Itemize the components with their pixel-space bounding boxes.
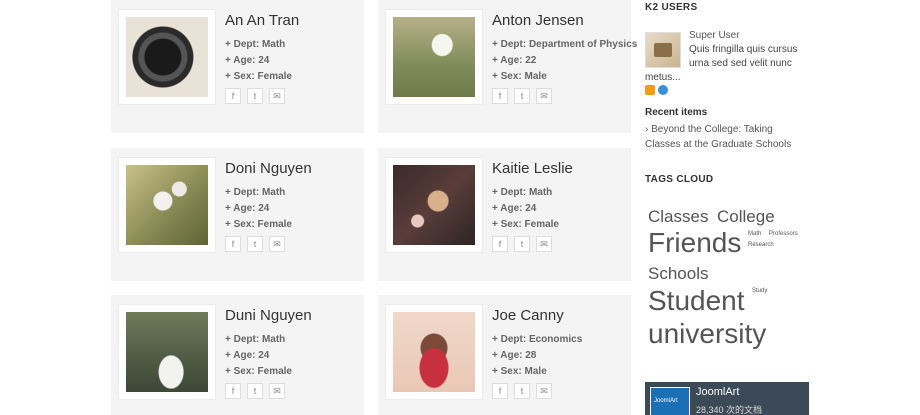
person-meta: + Dept: Economics + Age: 28 + Sex: Male (492, 334, 583, 377)
website-icon[interactable] (658, 85, 668, 95)
person-card: Joe Canny + Dept: Economics + Age: 28 + … (378, 295, 631, 415)
person-meta: + Dept: Math + Age: 24 + Sex: Female (225, 39, 292, 82)
person-photo[interactable] (119, 158, 215, 252)
twitter-icon[interactable]: t (514, 383, 530, 399)
social-links: f t ✉ (492, 88, 552, 104)
facebook-icon[interactable]: f (225, 236, 241, 252)
facebook-icon[interactable]: f (225, 383, 241, 399)
user-avatar[interactable] (645, 32, 681, 68)
person-photo[interactable] (119, 305, 215, 399)
joomlart-banner[interactable]: JoomlArt JoomlArt 28,340 次的文档 (645, 382, 809, 415)
blossom-branch-photo (126, 165, 208, 245)
email-icon[interactable]: ✉ (536, 383, 552, 399)
email-icon[interactable]: ✉ (269, 383, 285, 399)
person-name[interactable]: Kaitie Leslie (492, 160, 573, 177)
social-links: f t ✉ (225, 236, 285, 252)
tag-friends[interactable]: Friends (648, 227, 741, 259)
chevron-right-icon: › (645, 124, 649, 135)
person-meta: + Dept: Math + Age: 24 + Sex: Female (492, 187, 559, 230)
tag-classes[interactable]: Classes (648, 207, 708, 227)
person-photo[interactable] (119, 10, 215, 104)
facebook-icon[interactable]: f (492, 236, 508, 252)
social-links: f t ✉ (492, 236, 552, 252)
tag-research[interactable]: Research (748, 242, 774, 248)
facebook-icon[interactable]: f (492, 88, 508, 104)
banner-title: JoomlArt (696, 386, 740, 398)
christmas-tree-photo (393, 165, 475, 245)
person-name[interactable]: An An Tran (225, 12, 299, 29)
user-description-more: metus... (645, 72, 681, 83)
tag-university[interactable]: university (648, 318, 766, 350)
social-links: f t ✉ (225, 383, 285, 399)
cupcake-photo (393, 312, 475, 392)
email-icon[interactable]: ✉ (536, 236, 552, 252)
recent-item-link[interactable]: › Beyond the College: Taking Classes at … (645, 122, 810, 152)
twitter-icon[interactable]: t (247, 88, 263, 104)
banner-subtitle: 28,340 次的文档 (696, 405, 763, 415)
person-meta: + Dept: Math + Age: 24 + Sex: Female (225, 334, 292, 377)
user-name[interactable]: Super User (689, 30, 740, 41)
social-links: f t ✉ (225, 88, 285, 104)
person-card: Duni Nguyen + Dept: Math + Age: 24 + Sex… (111, 295, 364, 415)
joomlart-logo: JoomlArt (650, 387, 690, 415)
tag-college[interactable]: College (717, 207, 775, 227)
social-links: f t ✉ (492, 383, 552, 399)
twitter-icon[interactable]: t (514, 88, 530, 104)
user-description: Quis fringilla quis cursus urna sed sed … (689, 44, 798, 69)
rss-icon[interactable] (645, 85, 655, 95)
email-icon[interactable]: ✉ (269, 88, 285, 104)
person-photo[interactable] (386, 10, 482, 104)
person-name[interactable]: Anton Jensen (492, 12, 584, 29)
tag-math[interactable]: Math (748, 231, 761, 237)
twitter-icon[interactable]: t (514, 236, 530, 252)
camera-lens-photo (126, 17, 208, 97)
person-name[interactable]: Joe Canny (492, 307, 564, 324)
person-card: Doni Nguyen + Dept: Math + Age: 24 + Sex… (111, 148, 364, 281)
tags-cloud-title: TAGS CLOUD (645, 174, 714, 185)
k2-users-title: K2 USERS (645, 2, 698, 13)
white-flower-photo (393, 17, 475, 97)
twitter-icon[interactable]: t (247, 383, 263, 399)
user-links (645, 85, 668, 95)
recent-items-title: Recent items (645, 107, 708, 118)
tag-study[interactable]: Study (752, 288, 767, 294)
person-name[interactable]: Doni Nguyen (225, 160, 312, 177)
email-icon[interactable]: ✉ (269, 236, 285, 252)
tag-schools[interactable]: Schools (648, 264, 708, 284)
person-meta: + Dept: Department of Physics + Age: 22 … (492, 39, 638, 82)
person-name[interactable]: Duni Nguyen (225, 307, 312, 324)
email-icon[interactable]: ✉ (536, 88, 552, 104)
facebook-icon[interactable]: f (225, 88, 241, 104)
twitter-icon[interactable]: t (247, 236, 263, 252)
tag-professors[interactable]: Professors (769, 231, 798, 237)
person-photo[interactable] (386, 158, 482, 252)
facebook-icon[interactable]: f (492, 383, 508, 399)
swan-photo (126, 312, 208, 392)
person-card: Kaitie Leslie + Dept: Math + Age: 24 + S… (378, 148, 631, 281)
person-card: An An Tran + Dept: Math + Age: 24 + Sex:… (111, 0, 364, 133)
person-card: Anton Jensen + Dept: Department of Physi… (378, 0, 637, 133)
tag-student[interactable]: Student (648, 285, 745, 317)
person-photo[interactable] (386, 305, 482, 399)
person-meta: + Dept: Math + Age: 24 + Sex: Female (225, 187, 292, 230)
